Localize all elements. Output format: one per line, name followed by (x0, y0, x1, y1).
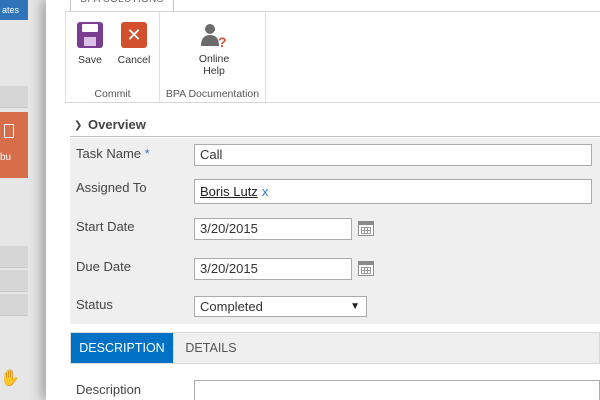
status-select[interactable]: Completed ▼ (194, 296, 367, 317)
due-date-label: Due Date (76, 259, 131, 274)
background-strip (0, 246, 28, 268)
background-tile-text: bu (0, 152, 12, 163)
task-form-dialog: BPA SOLUTIONS Save ✕ Cancel Commit ? (46, 0, 600, 400)
background-tile-orange: bu (0, 112, 28, 178)
assigned-to-label: Assigned To (76, 180, 147, 195)
assigned-to-field[interactable]: Boris Lutz x (194, 179, 592, 204)
remove-person-button[interactable]: x (262, 184, 269, 199)
cancel-button[interactable]: ✕ Cancel (114, 22, 154, 66)
status-label: Status (76, 297, 113, 312)
calendar-icon[interactable] (358, 261, 374, 276)
description-textarea[interactable] (194, 380, 600, 400)
ribbon-group-label: BPA Documentation (165, 88, 260, 100)
background-app: ates bu ✋ (0, 0, 46, 400)
chevron-down-icon: ❯ (74, 120, 83, 131)
svg-text:?: ? (218, 34, 227, 50)
ribbon-group-label: Commit (94, 88, 131, 100)
calendar-icon[interactable] (358, 221, 374, 236)
section-title: Overview (88, 117, 146, 132)
start-date-label: Start Date (76, 219, 135, 234)
task-name-input[interactable]: Call (194, 144, 592, 166)
save-button-label: Save (78, 54, 102, 66)
cancel-button-label: Cancel (117, 54, 151, 66)
ribbon-group-bpa-documentation: ? Online Help BPA Documentation (160, 12, 266, 102)
online-help-label-line1: Online (198, 53, 230, 65)
start-date-input[interactable]: 3/20/2015 (194, 218, 352, 240)
required-marker: * (144, 146, 150, 161)
background-strip (0, 294, 28, 316)
tab-details[interactable]: DETAILS (173, 333, 248, 363)
document-icon (4, 124, 14, 138)
status-selected-value: Completed (200, 299, 263, 314)
background-tile-blue: ates (0, 0, 28, 20)
description-label: Description (76, 382, 142, 397)
cancel-icon: ✕ (121, 22, 147, 48)
chevron-down-icon: ▼ (350, 301, 360, 312)
overview-section-header[interactable]: ❯ Overview (70, 116, 600, 137)
ribbon: Save ✕ Cancel Commit ? Online Help BPA D… (65, 11, 600, 103)
assigned-person-link[interactable]: Boris Lutz (200, 184, 258, 199)
overview-form: Task Name * Call Assigned To Boris Lutz x… (70, 138, 600, 324)
online-help-label-line2: Help (203, 65, 225, 77)
save-button[interactable]: Save (70, 22, 110, 66)
task-name-label: Task Name * (76, 146, 150, 161)
ribbon-group-commit: Save ✕ Cancel Commit (65, 12, 160, 102)
due-date-input[interactable]: 3/20/2015 (194, 258, 352, 280)
hand-icon: ✋ (0, 370, 20, 387)
online-help-icon: ? (199, 22, 229, 50)
background-strip (0, 270, 28, 292)
save-icon (77, 22, 103, 48)
tab-description[interactable]: DESCRIPTION (71, 333, 173, 363)
online-help-button[interactable]: ? Online Help (191, 22, 237, 77)
form-tabs: DESCRIPTION DETAILS (70, 332, 600, 364)
background-strip (0, 86, 28, 108)
